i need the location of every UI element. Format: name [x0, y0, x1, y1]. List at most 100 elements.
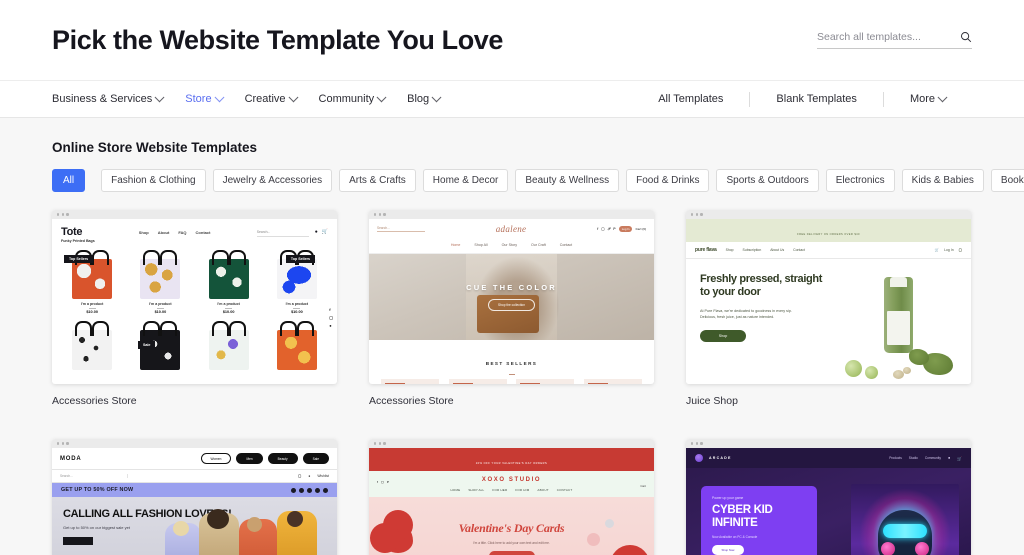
- preview-nav: Shop About FAQ Contact: [139, 230, 211, 235]
- preview-product-row: [52, 320, 337, 370]
- facebook-icon: f: [597, 227, 599, 231]
- filter-chip-food-drinks[interactable]: Food & Drinks: [626, 169, 710, 192]
- filter-chip-electronics[interactable]: Electronics: [825, 169, 895, 192]
- page-header: Pick the Website Template You Love: [0, 0, 1024, 80]
- pinterest-icon: P: [386, 480, 389, 484]
- preview-nav-item: Contact: [195, 230, 211, 235]
- preview-nav: pure flava Shop Subscription About Us Co…: [686, 242, 971, 259]
- nav-item-blank-templates[interactable]: Blank Templates: [750, 93, 883, 105]
- template-caption: Accessories Store: [369, 395, 454, 407]
- template-preview-tote: Tote Funky Printed Bags Shop About FAQ C…: [52, 219, 337, 384]
- preview-nav-item: Shop: [725, 248, 734, 252]
- product-badge: Best seller: [588, 382, 609, 384]
- login-label: Log In: [618, 226, 633, 232]
- nav-item-community[interactable]: Community: [318, 91, 387, 105]
- preview-badge: Sale: [138, 341, 156, 349]
- browser-chrome-bar: [686, 210, 971, 219]
- filter-chip-books-publishers[interactable]: Books & Publishers: [990, 169, 1024, 192]
- chevron-down-icon: [288, 91, 298, 102]
- template-caption: Accessories Store: [52, 395, 137, 407]
- preview-body-text: At Pure Flava, we're dedicated to goodne…: [700, 308, 792, 320]
- nav-label: Creative: [244, 93, 286, 105]
- preview-hero: Freshly pressed, straight to your door A…: [686, 259, 971, 384]
- product-image: [72, 250, 113, 299]
- filter-chip-sports-outdoors[interactable]: Sports & Outdoors: [716, 169, 819, 192]
- preview-header: MODA Women Men Beauty Sale: [52, 448, 337, 470]
- filter-chip-arts-crafts[interactable]: Arts & Crafts: [339, 169, 416, 192]
- filter-chip-all[interactable]: All: [52, 169, 86, 192]
- preview-nav-item: Our Craft: [531, 243, 546, 247]
- chevron-down-icon: [937, 91, 948, 102]
- preview-product: I'm a product $10.00: [64, 250, 120, 314]
- template-thumbnail[interactable]: ARCADE Products Studio Community ● 🛒 Pow…: [686, 439, 971, 555]
- nav-label: More: [909, 93, 935, 105]
- filter-chip-kids-babies[interactable]: Kids & Babies: [901, 169, 984, 192]
- instagram-icon: ▢: [601, 227, 605, 231]
- preview-nav-item: Shop All: [474, 243, 488, 247]
- instagram-icon: ▢: [329, 315, 333, 320]
- filter-chip-fashion-clothing[interactable]: Fashion & Clothing: [101, 169, 206, 192]
- template-thumbnail[interactable]: FREE DELIVERY ON ORDERS OVER $40 pure fl…: [686, 210, 971, 384]
- nav-categories: Business & Services Store Creative Commu…: [52, 91, 442, 105]
- nav-item-all-templates[interactable]: All Templates: [632, 93, 749, 105]
- nav-item-more[interactable]: More: [884, 91, 972, 105]
- preview-nav-item: Studio: [908, 456, 918, 460]
- preview-nav-item: About Us: [770, 248, 785, 252]
- nav-item-blog[interactable]: Blog: [407, 91, 442, 105]
- filter-chip-beauty-wellness[interactable]: Beauty & Wellness: [515, 169, 620, 192]
- templates-content: Online Store Website Templates All Fashi…: [0, 118, 1024, 555]
- preview-hero-button: Shop the collection: [488, 299, 535, 311]
- nav-label: Community: [318, 93, 375, 105]
- template-search[interactable]: [817, 31, 972, 49]
- filter-chip-jewelry-accessories[interactable]: Jewelry & Accessories: [212, 169, 333, 192]
- preview-headline: Freshly pressed, straight to your door: [700, 273, 823, 299]
- chevron-down-icon: [376, 91, 387, 102]
- preview-nav-item: Community: [924, 456, 941, 460]
- chevron-down-icon: [214, 91, 225, 102]
- nav-item-creative[interactable]: Creative: [244, 91, 298, 105]
- preview-hero-image: [147, 505, 337, 555]
- preview-utility-bar: Search... ▢ ● Wishlist: [52, 470, 337, 483]
- template-thumbnail[interactable]: MODA Women Men Beauty Sale Search... ▢ ●: [52, 439, 337, 555]
- nav-item-store[interactable]: Store: [185, 91, 225, 105]
- login-label: Log In: [944, 248, 954, 252]
- template-card[interactable]: FREE DELIVERY ON ORDERS OVER $40 pure fl…: [686, 210, 971, 407]
- product-image: [208, 250, 249, 299]
- product-name: I'm a product: [80, 302, 104, 306]
- filter-chip-home-decor[interactable]: Home & Decor: [422, 169, 509, 192]
- search-icon[interactable]: [960, 31, 972, 43]
- main-navigation: Business & Services Store Creative Commu…: [0, 80, 1024, 118]
- template-caption: Juice Shop: [686, 395, 738, 407]
- template-card[interactable]: Tote Funky Printed Bags Shop About FAQ C…: [52, 210, 337, 407]
- preview-nav: ARCADE Products Studio Community ● 🛒: [686, 448, 971, 468]
- pinterest-icon: ●: [329, 323, 332, 328]
- product-name: I'm a product: [285, 302, 309, 306]
- nav-item-business-services[interactable]: Business & Services: [52, 91, 165, 105]
- preview-nav-item: Subscription: [742, 248, 762, 252]
- preview-header: f ▢ P XOXO STUDIO Cart: [369, 471, 654, 488]
- template-thumbnail[interactable]: Tote Funky Printed Bags Shop About FAQ C…: [52, 210, 337, 384]
- product-name: I'm a product: [217, 302, 240, 306]
- search-input[interactable]: [817, 31, 954, 43]
- chevron-down-icon: [154, 91, 165, 102]
- template-card[interactable]: MODA Women Men Beauty Sale Search... ▢ ●: [52, 439, 337, 555]
- preview-brand: XOXO STUDIO: [481, 477, 542, 483]
- preview-header: Tote Funky Printed Bags Shop About FAQ C…: [52, 219, 337, 247]
- template-card[interactable]: ARCADE Products Studio Community ● 🛒 Pow…: [686, 439, 971, 555]
- nav-label: Business & Services: [52, 93, 153, 105]
- template-card[interactable]: 10% OFF YOUR VALENTINE'S DAY ORDERS f ▢ …: [369, 439, 654, 555]
- template-preview-adalene: Search... adalene f ▢ 𝒫 P Log In Cart (0…: [369, 219, 654, 384]
- template-card[interactable]: Search... adalene f ▢ 𝒫 P Log In Cart (0…: [369, 210, 654, 407]
- product-image: [72, 320, 113, 370]
- product-image: [208, 320, 249, 370]
- product-name: I'm a product: [149, 302, 172, 306]
- preview-banner-text: GET UP TO 50% OFF NOW: [61, 487, 134, 493]
- template-thumbnail[interactable]: 10% OFF YOUR VALENTINE'S DAY ORDERS f ▢ …: [369, 439, 654, 555]
- preview-category-pills: Women Men Beauty Sale: [200, 453, 329, 464]
- cart-icon: 🛒: [957, 456, 962, 461]
- preview-announcement-bar: FREE DELIVERY ON ORDERS OVER $40: [686, 219, 971, 242]
- preview-pill: Women: [200, 453, 232, 464]
- preview-hero: Power up your game CYBER KID INFINITE No…: [686, 468, 971, 555]
- preview-hero: Valentine's Day Cards I'm a title. Click…: [369, 497, 654, 555]
- template-thumbnail[interactable]: Search... adalene f ▢ 𝒫 P Log In Cart (0…: [369, 210, 654, 384]
